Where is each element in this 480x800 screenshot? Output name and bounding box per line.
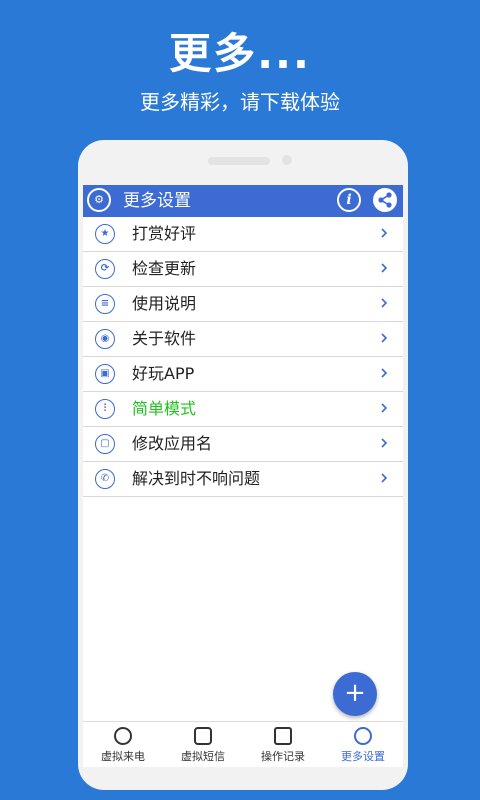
app-rename-icon: ▢	[95, 434, 115, 454]
front-camera	[282, 155, 292, 165]
settings-menu: ★ 打赏好评 ⟳ 检查更新 ≡ 使用说明 ◉ 关于软件 ▣ 好玩APP ⫶ 简单…	[83, 217, 403, 497]
app-bar: ⚙ 更多设置 i	[83, 185, 403, 217]
menu-item-label: 使用说明	[132, 294, 197, 313]
menu-item-label: 好玩APP	[132, 364, 195, 383]
phone-icon	[114, 727, 132, 745]
menu-item-label: 检查更新	[132, 259, 197, 278]
settings-icon	[354, 727, 372, 745]
menu-item-fix-no-ring[interactable]: ✆ 解决到时不响问题	[83, 462, 403, 497]
edit-icon	[274, 727, 292, 745]
tab-label: 虚拟短信	[181, 750, 225, 763]
chevron-right-icon	[381, 333, 388, 343]
chevron-right-icon	[381, 298, 388, 308]
tab-label: 虚拟来电	[101, 750, 145, 763]
bottom-tab-bar: 虚拟来电 虚拟短信 操作记录 更多设置	[83, 721, 403, 767]
menu-item-simple-mode[interactable]: ⫶ 简单模式	[83, 392, 403, 427]
app-icon: ▣	[95, 364, 115, 384]
star-icon: ★	[95, 224, 115, 244]
speaker-grille	[208, 157, 270, 165]
menu-item-instructions[interactable]: ≡ 使用说明	[83, 287, 403, 322]
menu-item-label: 关于软件	[132, 329, 197, 348]
menu-item-label: 打赏好评	[132, 224, 197, 243]
tab-label: 更多设置	[341, 750, 385, 763]
menu-item-label: 简单模式	[132, 399, 197, 418]
menu-item-label: 解决到时不响问题	[132, 469, 261, 488]
menu-item-rename-app[interactable]: ▢ 修改应用名	[83, 427, 403, 462]
eye-icon: ◉	[95, 329, 115, 349]
phone-frame: ⚙ 更多设置 i ★ 打赏好评 ⟳ 检查更新 ≡ 使用说明 ◉ 关于软件 ▣ 好…	[78, 140, 408, 790]
chevron-right-icon	[381, 403, 388, 413]
menu-item-label: 修改应用名	[132, 434, 213, 453]
tab-virtual-sms[interactable]: 虚拟短信	[163, 722, 243, 767]
phone-icon: ✆	[95, 469, 115, 489]
add-button[interactable]: +	[333, 672, 377, 716]
refresh-icon: ⟳	[95, 259, 115, 279]
promo-subtitle: 更多精彩，请下载体验	[140, 90, 340, 114]
chevron-right-icon	[381, 438, 388, 448]
menu-item-reward[interactable]: ★ 打赏好评	[83, 217, 403, 252]
message-icon	[194, 727, 212, 745]
chevron-right-icon	[381, 368, 388, 378]
tab-history[interactable]: 操作记录	[243, 722, 323, 767]
chevron-right-icon	[381, 263, 388, 273]
menu-item-about[interactable]: ◉ 关于软件	[83, 322, 403, 357]
equalizer-icon: ⫶	[95, 399, 115, 419]
info-button[interactable]: i	[337, 188, 361, 212]
promo-title: 更多...	[169, 29, 311, 78]
app-screen: ⚙ 更多设置 i ★ 打赏好评 ⟳ 检查更新 ≡ 使用说明 ◉ 关于软件 ▣ 好…	[83, 185, 403, 767]
share-icon	[378, 192, 392, 208]
menu-item-check-update[interactable]: ⟳ 检查更新	[83, 252, 403, 287]
instructions-icon: ≡	[95, 294, 115, 314]
chevron-right-icon	[381, 228, 388, 238]
share-button[interactable]	[373, 188, 397, 212]
tab-label: 操作记录	[261, 750, 305, 763]
tab-more-settings[interactable]: 更多设置	[323, 722, 403, 767]
app-gear-icon: ⚙	[87, 188, 111, 212]
app-bar-title: 更多设置	[123, 191, 191, 211]
tab-virtual-call[interactable]: 虚拟来电	[83, 722, 163, 767]
menu-item-fun-app[interactable]: ▣ 好玩APP	[83, 357, 403, 392]
chevron-right-icon	[381, 473, 388, 483]
